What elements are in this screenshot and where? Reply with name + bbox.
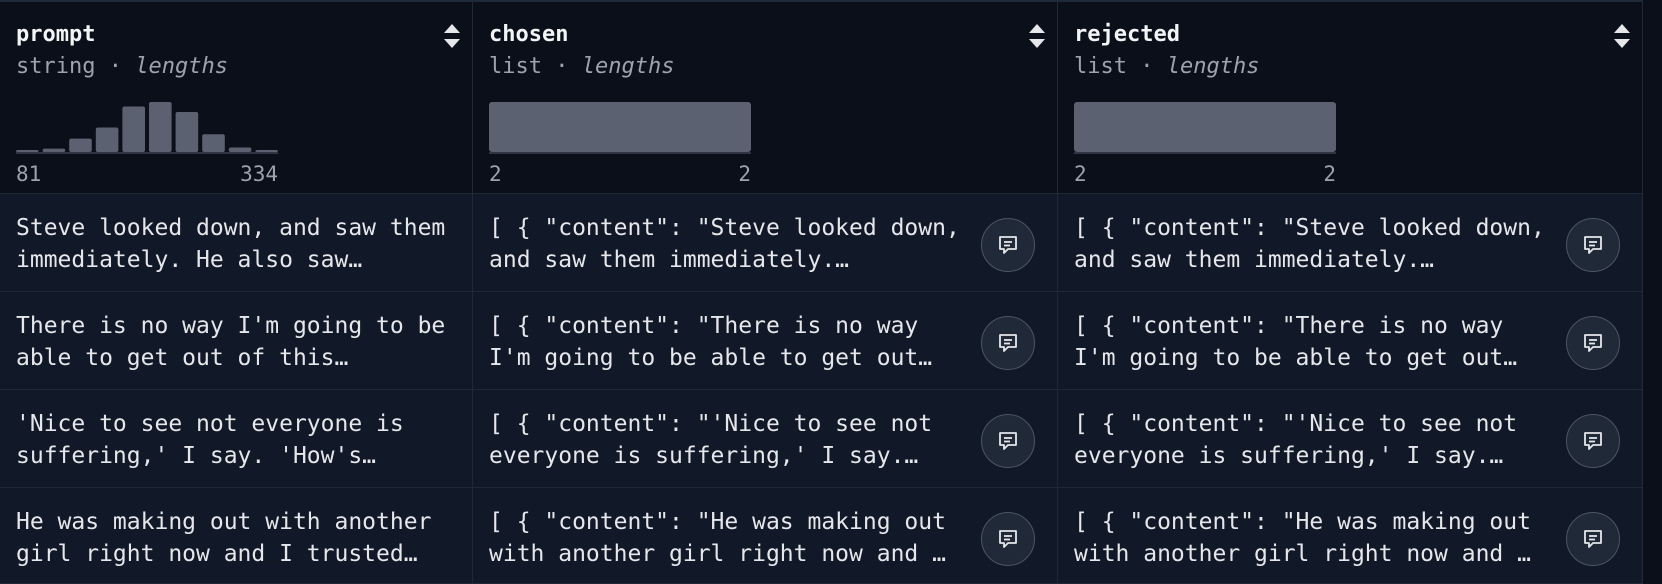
cell-text: There is no way I'm going to be able to … [16, 313, 446, 371]
sort-icon[interactable] [1612, 22, 1632, 50]
histogram-bar[interactable] [16, 150, 39, 152]
open-conversation-button[interactable] [981, 512, 1035, 566]
chat-bubble-icon [1584, 432, 1602, 450]
table-cell-chosen[interactable]: [ { "content": "'Nice to see not everyon… [473, 390, 1058, 488]
table-cell-prompt[interactable]: He was making out with another girl righ… [0, 488, 473, 584]
sort-icon[interactable] [1027, 22, 1047, 50]
column-stat-label: lengths [581, 54, 675, 79]
chat-bubble-icon [1584, 530, 1602, 548]
table-cell-prompt[interactable]: There is no way I'm going to be able to … [0, 292, 473, 390]
length-histogram[interactable] [16, 100, 278, 160]
column-type-label: list [1074, 54, 1127, 79]
separator: · [1140, 54, 1154, 79]
histogram-bar[interactable] [42, 148, 66, 152]
histogram-bar[interactable] [69, 138, 92, 152]
length-histogram[interactable] [1074, 100, 1336, 160]
range-max: 2 [1323, 162, 1336, 186]
chat-bubble-icon [1584, 236, 1602, 254]
histogram-bar[interactable] [255, 150, 278, 152]
column-type: list · lengths [1074, 52, 1626, 82]
sort-icon[interactable] [442, 22, 462, 50]
row-spacer [1643, 488, 1662, 584]
histogram-bar[interactable] [228, 147, 252, 152]
range-max: 334 [240, 162, 278, 186]
histogram-bar[interactable] [95, 127, 119, 152]
column-header-prompt: prompt string · lengths 81 334 [0, 0, 473, 194]
column-stat-label: lengths [1166, 54, 1260, 79]
histogram-bar[interactable] [489, 102, 751, 152]
histogram-range: 81 334 [16, 162, 278, 186]
histogram-baseline [1074, 152, 1336, 154]
column-header-chosen: chosen list · lengths 2 2 [473, 0, 1058, 194]
column-name: chosen [489, 22, 569, 47]
histogram-range: 2 2 [1074, 162, 1336, 186]
chat-bubble-icon [999, 334, 1017, 352]
cell-text: [ { "content": "Steve looked down, and s… [489, 215, 960, 273]
range-min: 81 [16, 162, 42, 186]
open-conversation-button[interactable] [1566, 316, 1620, 370]
chat-bubble-icon [1584, 334, 1602, 352]
cell-text: [ { "content": "Steve looked down, and s… [1074, 215, 1545, 273]
open-conversation-button[interactable] [1566, 512, 1620, 566]
length-histogram[interactable] [489, 100, 751, 160]
table-cell-chosen[interactable]: [ { "content": "Steve looked down, and s… [473, 194, 1058, 292]
table-cell-rejected[interactable]: [ { "content": "Steve looked down, and s… [1058, 194, 1643, 292]
table-cell-prompt[interactable]: Steve looked down, and saw them immediat… [0, 194, 473, 292]
chat-bubble-icon [999, 530, 1017, 548]
open-conversation-button[interactable] [1566, 218, 1620, 272]
row-spacer [1643, 390, 1662, 488]
cell-text: Steve looked down, and saw them immediat… [16, 215, 446, 273]
range-max: 2 [738, 162, 751, 186]
histogram-baseline [489, 152, 751, 154]
cell-text: He was making out with another girl righ… [16, 509, 432, 567]
table-cell-rejected[interactable]: [ { "content": "He was making out with a… [1058, 488, 1643, 584]
cell-text: 'Nice to see not everyone is suffering,'… [16, 411, 404, 469]
chat-bubble-icon [999, 432, 1017, 450]
histogram-bar[interactable] [202, 134, 225, 152]
column-type-label: list [489, 54, 542, 79]
cell-text: [ { "content": "There is no way I'm goin… [1074, 313, 1518, 371]
row-spacer [1643, 292, 1662, 390]
column-name: rejected [1074, 22, 1180, 47]
histogram-bar[interactable] [175, 112, 199, 152]
histogram-bar[interactable] [1074, 102, 1336, 152]
separator: · [555, 54, 569, 79]
open-conversation-button[interactable] [981, 316, 1035, 370]
open-conversation-button[interactable] [981, 414, 1035, 468]
table-cell-chosen[interactable]: [ { "content": "He was making out with a… [473, 488, 1058, 584]
histogram-range: 2 2 [489, 162, 751, 186]
column-name: prompt [16, 22, 96, 47]
separator: · [108, 54, 122, 79]
column-type: string · lengths [16, 52, 456, 82]
range-min: 2 [1074, 162, 1087, 186]
histogram-bar[interactable] [149, 102, 172, 152]
chat-bubble-icon [999, 236, 1017, 254]
cell-text: [ { "content": "He was making out with a… [1074, 509, 1531, 567]
column-stat-label: lengths [135, 54, 228, 79]
open-conversation-button[interactable] [981, 218, 1035, 272]
range-min: 2 [489, 162, 502, 186]
table-cell-chosen[interactable]: [ { "content": "There is no way I'm goin… [473, 292, 1058, 390]
cell-text: [ { "content": "There is no way I'm goin… [489, 313, 933, 371]
dataset-viewer-table: prompt string · lengths 81 334 chosen li… [0, 0, 1662, 584]
histogram-bar[interactable] [122, 106, 145, 152]
cell-text: [ { "content": "He was making out with a… [489, 509, 946, 567]
column-type: list · lengths [489, 52, 1041, 82]
column-header-rejected: rejected list · lengths 2 2 [1058, 0, 1643, 194]
table-cell-prompt[interactable]: 'Nice to see not everyone is suffering,'… [0, 390, 473, 488]
column-type-label: string [16, 54, 96, 79]
histogram-baseline [16, 152, 278, 154]
row-spacer [1643, 194, 1662, 292]
cell-text: [ { "content": "'Nice to see not everyon… [1074, 411, 1518, 469]
header-spacer [1643, 0, 1662, 194]
table-cell-rejected[interactable]: [ { "content": "There is no way I'm goin… [1058, 292, 1643, 390]
cell-text: [ { "content": "'Nice to see not everyon… [489, 411, 933, 469]
open-conversation-button[interactable] [1566, 414, 1620, 468]
table-cell-rejected[interactable]: [ { "content": "'Nice to see not everyon… [1058, 390, 1643, 488]
